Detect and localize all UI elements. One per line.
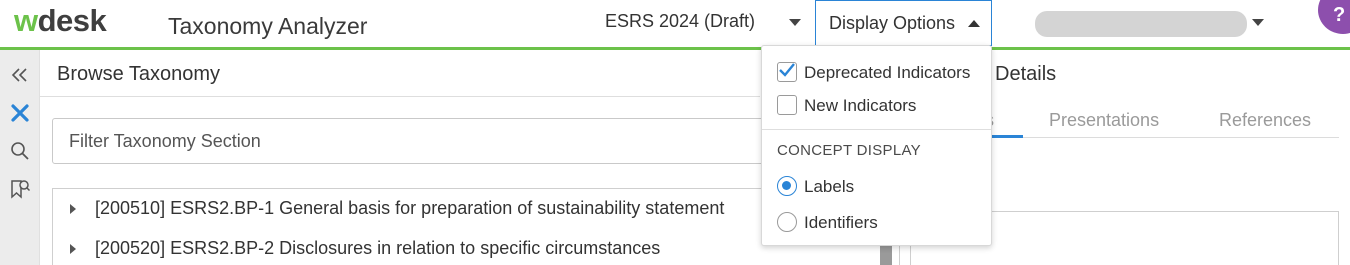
search-icon[interactable]: [9, 140, 31, 162]
new-indicators-label: New Indicators: [804, 96, 917, 115]
labels-label: Labels: [804, 177, 855, 196]
checkmark-icon: [779, 63, 795, 77]
browse-taxonomy-title: Browse Taxonomy: [57, 63, 221, 85]
chevron-down-icon[interactable]: [789, 19, 801, 26]
collapse-icon[interactable]: [9, 64, 31, 86]
labels-radio[interactable]: [777, 176, 797, 196]
app-title: Taxonomy Analyzer: [168, 13, 368, 39]
expand-arrow-icon[interactable]: [70, 204, 76, 214]
header-accent-line: [0, 47, 1350, 50]
concept-display-heading: CONCEPT DISPLAY: [777, 142, 921, 159]
tab-presentations[interactable]: Presentations: [1049, 110, 1159, 131]
details-title: Details: [995, 63, 1057, 85]
tree-item[interactable]: [200510] ESRS2.BP-1 General basis for pr…: [95, 198, 724, 219]
app-header: wdesk Taxonomy Analyzer ESRS 2024 (Draft…: [0, 0, 1350, 48]
deprecated-indicators-checkbox[interactable]: [777, 62, 797, 82]
divider: [40, 96, 760, 97]
chevron-down-icon[interactable]: [1252, 19, 1264, 26]
filter-taxonomy-input[interactable]: Filter Taxonomy Section: [52, 118, 772, 164]
display-options-label: Display Options: [829, 13, 956, 33]
filter-placeholder: Filter Taxonomy Section: [69, 131, 261, 151]
help-button[interactable]: ?: [1318, 0, 1350, 34]
help-icon: ?: [1333, 4, 1346, 26]
tree-item[interactable]: [200520] ESRS2.BP-2 Disclosures in relat…: [95, 238, 660, 259]
menu-divider: [762, 129, 991, 130]
taxonomy-version-label: ESRS 2024 (Draft): [605, 11, 756, 31]
new-indicators-checkbox[interactable]: [777, 95, 797, 115]
user-menu[interactable]: [1035, 11, 1247, 37]
expand-arrow-icon[interactable]: [70, 244, 76, 254]
identifiers-radio[interactable]: [777, 212, 797, 232]
logo-w: w: [14, 3, 38, 38]
bookmark-search-icon[interactable]: [9, 178, 31, 200]
tabs-divider: [985, 137, 1339, 138]
taxonomy-icon[interactable]: [9, 102, 31, 124]
taxonomy-version-select[interactable]: ESRS 2024 (Draft): [605, 11, 755, 32]
logo-desk: desk: [37, 3, 107, 38]
deprecated-indicators-label: Deprecated Indicators: [804, 63, 971, 82]
scrollbar[interactable]: [880, 245, 892, 265]
identifiers-label: Identifiers: [804, 213, 878, 232]
left-rail: [0, 50, 40, 265]
wdesk-logo[interactable]: wdesk: [14, 3, 107, 39]
chevron-up-icon: [968, 20, 980, 27]
display-options-button[interactable]: Display Options: [815, 0, 992, 46]
display-options-menu: Deprecated Indicators New Indicators CON…: [761, 45, 992, 246]
tab-references[interactable]: References: [1219, 110, 1311, 131]
